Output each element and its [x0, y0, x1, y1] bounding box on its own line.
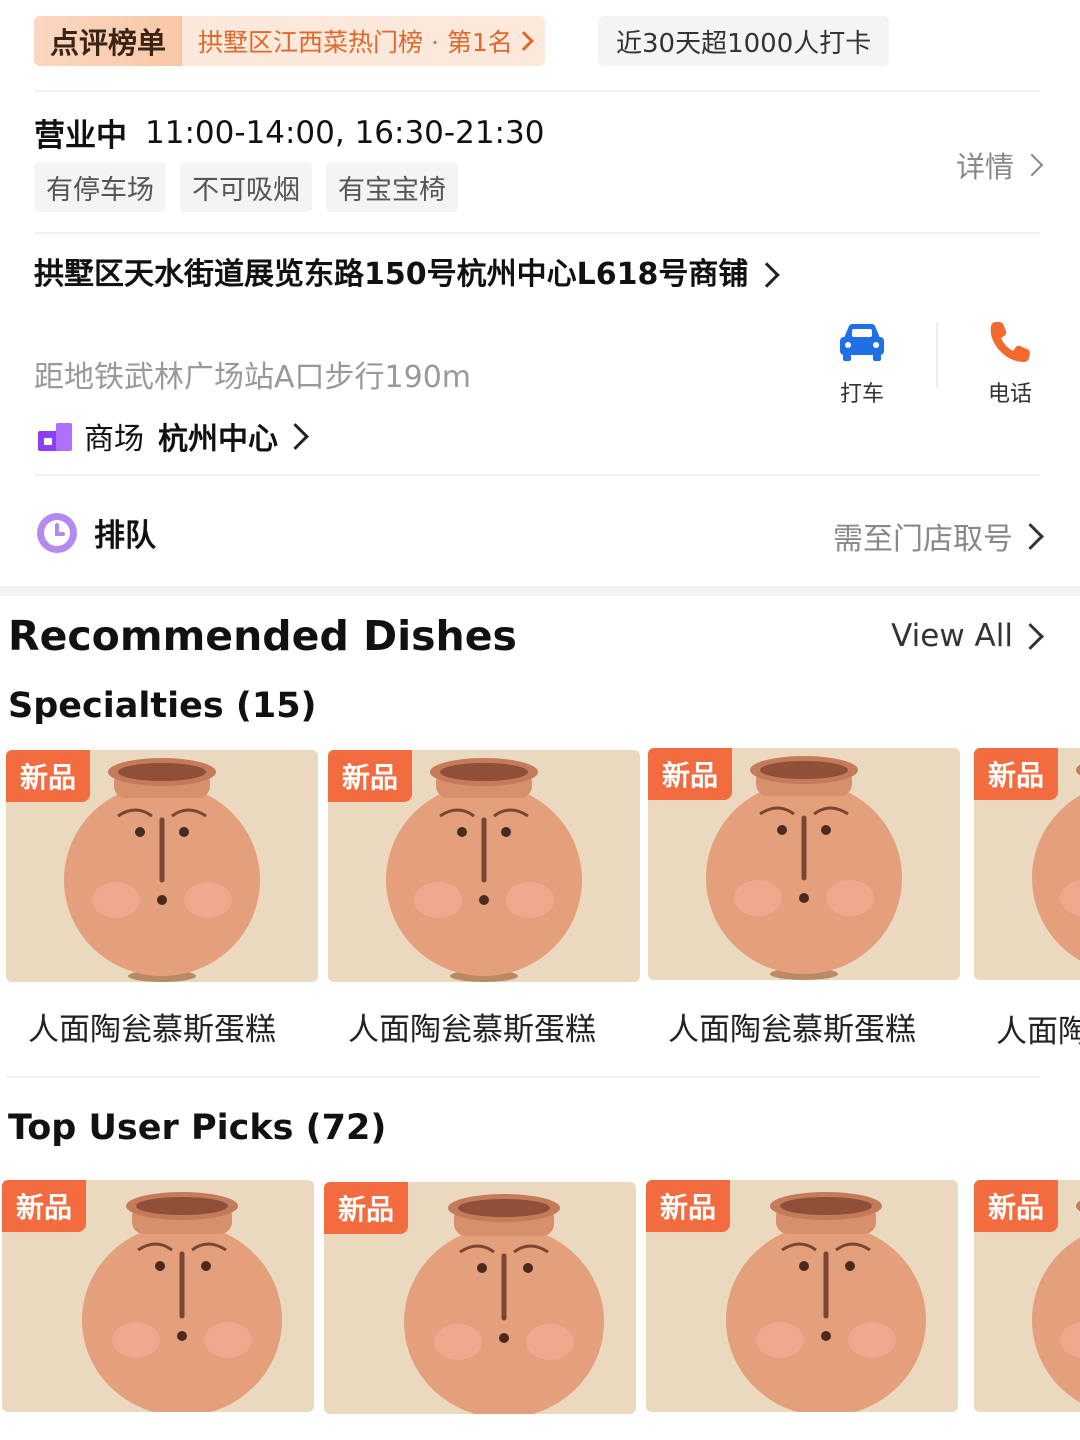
dish-card[interactable]: 新品 — [974, 748, 1080, 980]
phone-icon — [990, 322, 1030, 362]
dish-name: 人面陶瓮慕斯蛋糕 — [348, 1012, 596, 1048]
view-all-label: View All — [891, 618, 1013, 654]
dish-card[interactable]: 新品 — [324, 1182, 636, 1414]
facility-tags: 有停车场 不可吸烟 有宝宝椅 — [34, 162, 472, 212]
new-badge: 新品 — [324, 1182, 409, 1234]
queue-note: 需至门店取号 — [833, 522, 1013, 557]
open-status: 营业中 — [34, 118, 127, 154]
ranking-badge: 点评榜单 — [34, 16, 183, 66]
queue-row[interactable]: 排队 — [36, 510, 156, 555]
open-times: 11:00-14:00, 16:30-21:30 — [145, 114, 545, 151]
business-hours: 营业中 11:00-14:00, 16:30-21:30 — [34, 110, 544, 155]
car-icon — [840, 324, 884, 361]
ranking-text: 拱墅区江西菜热门榜 · 第1名 — [198, 28, 513, 57]
chevron-right-icon — [754, 262, 781, 288]
divider — [34, 232, 1040, 234]
mall-icon — [38, 423, 72, 451]
mall-link[interactable]: 商场 杭州中心 — [36, 414, 309, 458]
new-badge: 新品 — [328, 750, 413, 802]
dish-card[interactable]: 新品 — [328, 750, 640, 982]
address-link[interactable]: 拱墅区天水街道展览东路150号杭州中心L618号商铺 — [34, 252, 794, 298]
chevron-right-icon — [1017, 522, 1044, 550]
mall-name: 杭州中心 — [158, 422, 278, 457]
chevron-right-icon — [513, 31, 534, 51]
dish-card[interactable]: 新品 — [648, 748, 960, 980]
taxi-label: 打车 — [839, 382, 884, 407]
new-badge: 新品 — [6, 750, 91, 802]
queue-link[interactable]: 需至门店取号 — [833, 514, 1044, 558]
divider — [34, 90, 1040, 92]
dish-card[interactable]: 新品 — [6, 750, 318, 982]
dish-name-clip: 人面陶瓮慕斯蛋糕 — [996, 1006, 1080, 1051]
dish-card[interactable]: 新品 — [2, 1180, 314, 1412]
queue-label: 排队 — [94, 518, 156, 554]
clock-icon — [37, 512, 77, 553]
dish-card[interactable]: 新品 — [974, 1180, 1080, 1412]
new-badge: 新品 — [974, 1180, 1059, 1232]
address-text: 拱墅区天水街道展览东路150号杭州中心L618号商铺 — [34, 257, 749, 292]
divider — [6, 1076, 1040, 1078]
view-all-link[interactable]: View All — [891, 618, 1044, 654]
phone-label: 电话 — [987, 382, 1032, 407]
top-picks-title: Top User Picks (72) — [8, 1108, 387, 1148]
new-badge: 新品 — [974, 748, 1059, 800]
divider — [34, 474, 1040, 476]
tag-parking: 有停车场 — [34, 162, 166, 212]
mall-type: 商场 — [84, 422, 144, 457]
ranking-link[interactable]: 拱墅区江西菜热门榜 · 第1名 — [182, 23, 545, 59]
recommended-title: Recommended Dishes — [8, 612, 517, 660]
details-link[interactable]: 详情 — [955, 144, 1044, 186]
specialties-title: Specialties (15) — [8, 686, 317, 726]
tag-baby-chair: 有宝宝椅 — [326, 162, 458, 212]
vertical-divider — [936, 322, 938, 388]
new-badge: 新品 — [646, 1180, 731, 1232]
checkin-badge: 近30天超1000人打卡 — [598, 16, 890, 66]
chevron-right-icon — [282, 422, 309, 450]
ranking-banner[interactable]: 点评榜单 拱墅区江西菜热门榜 · 第1名 — [34, 16, 545, 66]
phone-button[interactable]: 电话 — [960, 318, 1060, 408]
taxi-button[interactable]: 打车 — [812, 318, 912, 408]
chevron-right-icon — [1017, 622, 1044, 650]
chevron-right-icon — [1020, 153, 1044, 177]
dish-name: 人面陶瓮慕斯蛋糕 — [668, 1012, 916, 1048]
dish-name: 人面陶瓮慕斯蛋糕 — [28, 1012, 276, 1048]
new-badge: 新品 — [2, 1180, 87, 1232]
tag-no-smoking: 不可吸烟 — [180, 162, 312, 212]
dish-name: 人面陶瓮慕斯蛋糕 — [996, 1014, 1080, 1050]
new-badge: 新品 — [648, 748, 733, 800]
details-label: 详情 — [955, 150, 1014, 184]
metro-distance: 距地铁武林广场站A口步行190m — [34, 360, 472, 395]
dish-card[interactable]: 新品 — [646, 1180, 958, 1412]
section-separator — [0, 586, 1080, 596]
